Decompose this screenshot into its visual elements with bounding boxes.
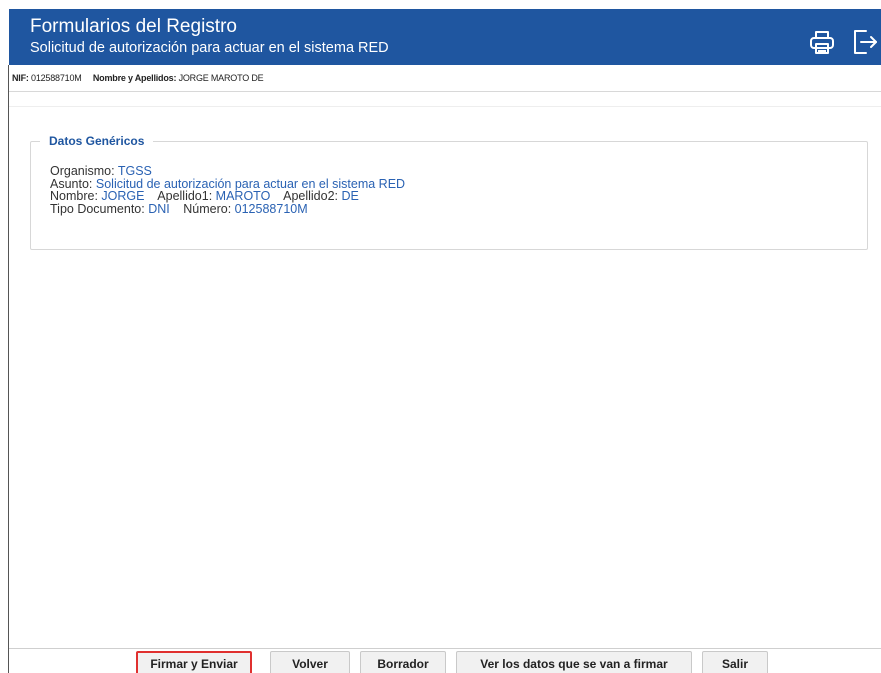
user-info-bar: NIF: 012588710M Nombre y Apellidos: JORG… — [9, 65, 881, 92]
tipo-documento-value: DNI — [148, 201, 170, 216]
generic-data-legend: Datos Genéricos — [40, 133, 154, 149]
left-border — [8, 65, 9, 673]
draft-button[interactable]: Borrador — [360, 651, 446, 673]
exit-button[interactable]: Salir — [702, 651, 768, 673]
back-button[interactable]: Volver — [270, 651, 350, 673]
name-value: JORGE MAROTO DE — [178, 73, 264, 83]
apellido2-value: DE — [341, 189, 359, 203]
view-signed-data-button[interactable]: Ver los datos que se van a firmar — [456, 651, 692, 673]
name-label: Nombre y Apellidos: — [92, 73, 177, 83]
numero-label: Número: — [183, 201, 232, 216]
nif-label: NIF: — [12, 73, 29, 83]
form-window: Formularios del Registro Solicitud de au… — [0, 0, 881, 673]
numero-value: 012588710M — [234, 201, 308, 216]
generic-data-details: Organismo: TGSS Asunto: Solicitud de aut… — [50, 165, 405, 215]
footer-divider — [9, 648, 881, 649]
logout-icon[interactable] — [851, 27, 881, 57]
documento-row: Tipo Documento: DNI Número: 012588710M — [50, 201, 405, 216]
nif-value: 012588710M — [31, 73, 82, 83]
sign-and-send-button[interactable]: Firmar y Enviar — [136, 651, 252, 673]
divider — [9, 106, 881, 107]
printer-icon[interactable] — [807, 27, 837, 57]
page-subtitle: Solicitud de autorización para actuar en… — [30, 40, 389, 56]
page-title: Formularios del Registro — [30, 16, 237, 37]
app-header: Formularios del Registro Solicitud de au… — [9, 9, 881, 65]
tipo-documento-label: Tipo Documento: — [50, 201, 145, 216]
